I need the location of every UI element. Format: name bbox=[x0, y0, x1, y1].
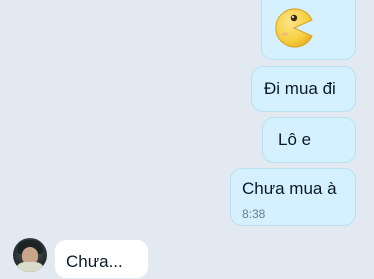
message-bubble-outgoing[interactable]: Chưa mua à 8:38 bbox=[230, 168, 356, 226]
message-bubble-outgoing[interactable]: Lô e bbox=[262, 117, 356, 163]
avatar[interactable] bbox=[13, 238, 47, 272]
message-text: Chưa mua à bbox=[242, 179, 337, 198]
chat-thread: Đi mua đi Lô e Chưa mua à 8:38 Chưa... bbox=[0, 0, 374, 279]
message-bubble-outgoing[interactable]: Đi mua đi bbox=[251, 66, 356, 112]
message-text: Lô e bbox=[278, 130, 312, 149]
avatar-shirt bbox=[15, 262, 45, 272]
pacman-emoji-icon bbox=[275, 8, 313, 48]
message-text: Đi mua đi bbox=[264, 79, 336, 98]
message-timestamp: 8:38 bbox=[242, 207, 266, 221]
message-text: Chưa... bbox=[66, 252, 123, 271]
message-bubble-incoming[interactable]: Chưa... bbox=[54, 239, 149, 279]
message-bubble-emoji[interactable] bbox=[261, 0, 356, 60]
